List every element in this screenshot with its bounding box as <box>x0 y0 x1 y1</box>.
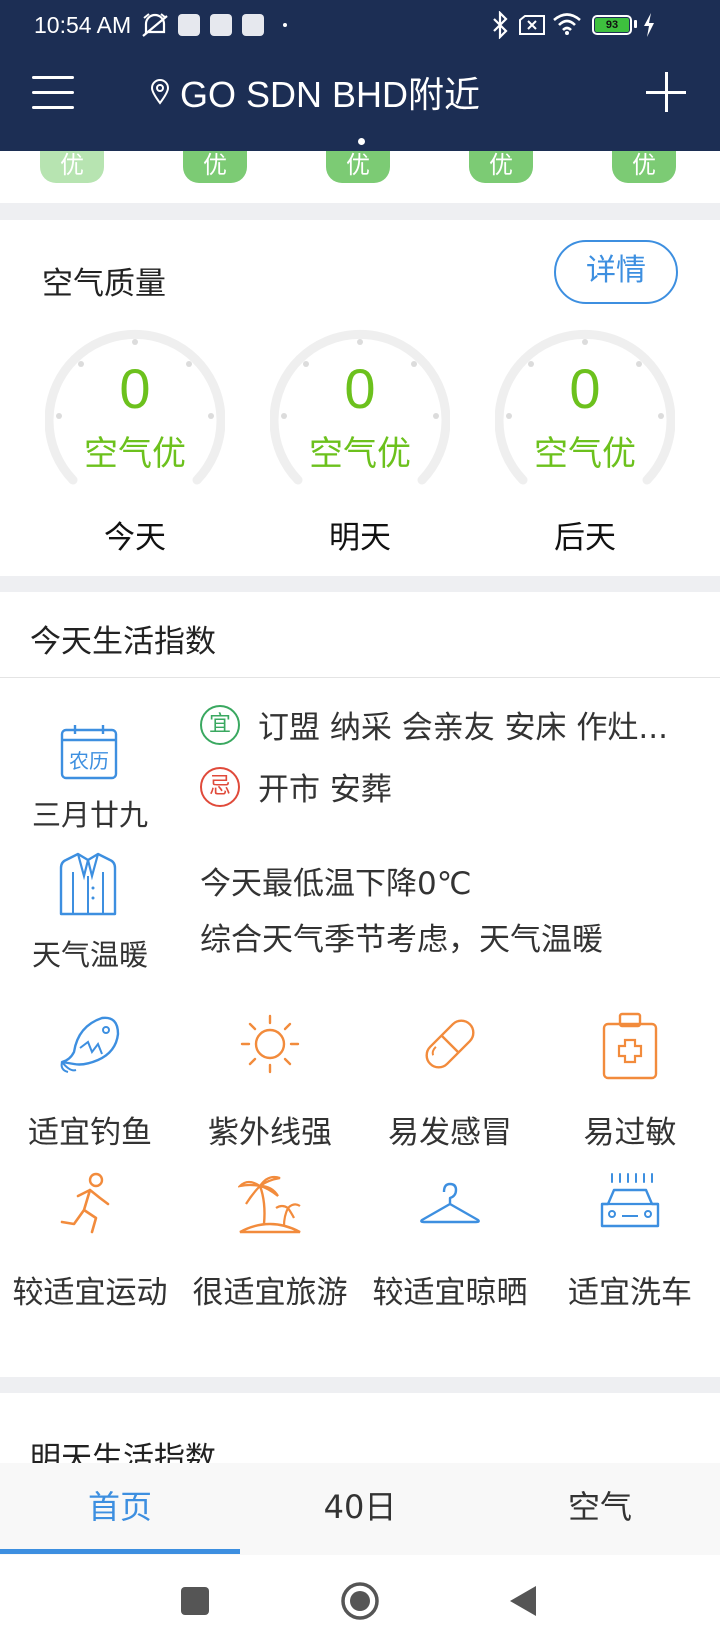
index-label: 易发感冒 <box>388 1115 512 1151</box>
battery-level: 93 <box>595 18 629 32</box>
aqi-day-label: 明天 <box>329 520 391 556</box>
system-nav-bar <box>0 1555 720 1650</box>
weather-line-2: 综合天气季节考虑，天气温暖 <box>200 922 603 958</box>
lunar-icon-text: 农历 <box>69 749 109 773</box>
air-quality-title: 空气质量 <box>42 266 166 302</box>
home-circle-icon <box>341 1582 379 1620</box>
aqi-day-label: 今天 <box>104 520 166 556</box>
life-index-title: 今天生活指数 <box>30 624 216 660</box>
index-uv[interactable]: 紫外线强 <box>180 1012 360 1162</box>
index-label: 紫外线强 <box>208 1115 332 1151</box>
runner-icon <box>60 1172 110 1234</box>
lunar-yi-row: 宜 订盟 纳采 会亲友 安床 作灶... <box>200 702 668 747</box>
tomorrow-life-index-title: 明天生活指数 <box>30 1441 216 1463</box>
palm-island-icon <box>238 1175 301 1234</box>
add-city-button[interactable] <box>646 72 686 112</box>
index-label: 较适宜运动 <box>12 1275 168 1311</box>
index-label: 适宜钓鱼 <box>28 1115 152 1151</box>
sun-icon <box>240 1014 300 1074</box>
index-fishing[interactable]: 适宜钓鱼 <box>0 1012 180 1162</box>
tomorrow-life-index-card: 明天生活指数 <box>0 1393 720 1463</box>
more-notifications-icon <box>283 23 287 27</box>
aqi-level: 空气优 <box>84 434 186 474</box>
aqi-gauge-tomorrow[interactable]: 0 空气优 明天 <box>270 328 450 556</box>
lunar-date: 三月廿九 <box>31 798 148 832</box>
lunar-ji-row: 忌 开市 安葬 <box>200 764 392 809</box>
weather-warm-label: 天气温暖 <box>31 938 148 972</box>
tab-40-days[interactable]: 40日 <box>240 1463 480 1555</box>
app-header: 10:54 AM 93 GO SDN BHD附近 <box>0 0 720 151</box>
location-text: GO SDN BHD附近 <box>180 74 481 115</box>
aqi-value: 0 <box>119 357 151 420</box>
aqi-value: 0 <box>569 357 601 420</box>
forecast-air-badge: 优 <box>40 151 104 183</box>
index-label: 易过敏 <box>583 1115 677 1151</box>
forecast-air-badge: 优 <box>612 151 676 183</box>
mute-alarm-icon <box>140 12 170 44</box>
status-time: 10:54 AM <box>34 12 132 38</box>
sim-icon <box>518 14 546 40</box>
hanger-icon <box>420 1182 480 1224</box>
divider <box>0 677 720 678</box>
home-button[interactable] <box>340 1581 380 1625</box>
back-button[interactable] <box>508 1584 538 1622</box>
battery-icon: 93 <box>592 15 632 35</box>
car-wash-icon <box>600 1173 660 1228</box>
ji-badge: 忌 <box>200 766 240 807</box>
yi-text: 订盟 纳采 会亲友 安床 作灶... <box>258 710 668 746</box>
index-label: 适宜洗车 <box>568 1275 692 1311</box>
weather-line-1: 今天最低温下降0℃ <box>200 866 472 902</box>
index-cold[interactable]: 易发感冒 <box>360 1012 540 1162</box>
location-title[interactable]: GO SDN BHD附近 <box>150 70 480 115</box>
pill-icon <box>425 1019 475 1069</box>
recents-button[interactable] <box>181 1587 209 1615</box>
fish-icon <box>60 1016 120 1073</box>
medkit-icon <box>602 1012 658 1080</box>
forecast-air-badge: 优 <box>469 151 533 183</box>
bottom-tab-bar: 首页 40日 空气 <box>0 1463 720 1555</box>
forecast-air-badge: 优 <box>326 151 390 183</box>
battery-tip <box>634 20 637 28</box>
location-pin-icon <box>150 79 170 105</box>
ji-text: 开市 安葬 <box>258 772 392 808</box>
forecast-air-badge: 优 <box>183 151 247 183</box>
index-travel[interactable]: 很适宜旅游 <box>180 1172 360 1322</box>
air-quality-card: 空气质量 详情 0 空气优 今天 0 空气优 明天 0 空气优 后天 <box>0 220 720 576</box>
notification-icon <box>242 14 264 36</box>
charging-icon <box>642 12 656 42</box>
forecast-air-strip: 优 优 优 优 优 <box>0 151 720 203</box>
notification-icon <box>210 14 232 36</box>
aqi-level: 空气优 <box>309 434 411 474</box>
back-triangle-icon <box>510 1586 536 1616</box>
menu-button[interactable] <box>32 74 74 110</box>
tab-air[interactable]: 空气 <box>480 1463 720 1555</box>
tab-home[interactable]: 首页 <box>0 1463 240 1555</box>
status-bar: 10:54 AM 93 <box>0 0 720 52</box>
jacket-icon <box>59 852 117 916</box>
aqi-gauge-today[interactable]: 0 空气优 今天 <box>45 328 225 556</box>
aqi-level: 空气优 <box>534 434 636 474</box>
bluetooth-icon <box>490 10 510 43</box>
index-sports[interactable]: 较适宜运动 <box>0 1172 180 1322</box>
aqi-day-label: 后天 <box>554 520 616 556</box>
air-quality-detail-button[interactable]: 详情 <box>554 240 678 304</box>
notification-icon <box>178 14 200 36</box>
aqi-value: 0 <box>344 357 376 420</box>
life-index-card: 今天生活指数 农历 三月廿九 宜 订盟 纳采 会亲友 安床 作灶... 忌 开市… <box>0 592 720 1377</box>
index-carwash[interactable]: 适宜洗车 <box>540 1172 720 1322</box>
index-drying[interactable]: 较适宜晾晒 <box>360 1172 540 1322</box>
index-label: 较适宜晾晒 <box>372 1275 528 1311</box>
yi-badge: 宜 <box>200 704 240 745</box>
index-label: 很适宜旅游 <box>192 1275 348 1311</box>
active-tab-indicator <box>0 1549 240 1554</box>
app-bar: GO SDN BHD附近 <box>0 52 720 151</box>
page-indicator-dot <box>358 138 365 145</box>
lunar-calendar-icon: 农历 <box>60 725 118 780</box>
index-allergy[interactable]: 易过敏 <box>540 1012 720 1162</box>
aqi-gauge-day-after[interactable]: 0 空气优 后天 <box>495 328 675 556</box>
wifi-icon <box>552 12 582 40</box>
